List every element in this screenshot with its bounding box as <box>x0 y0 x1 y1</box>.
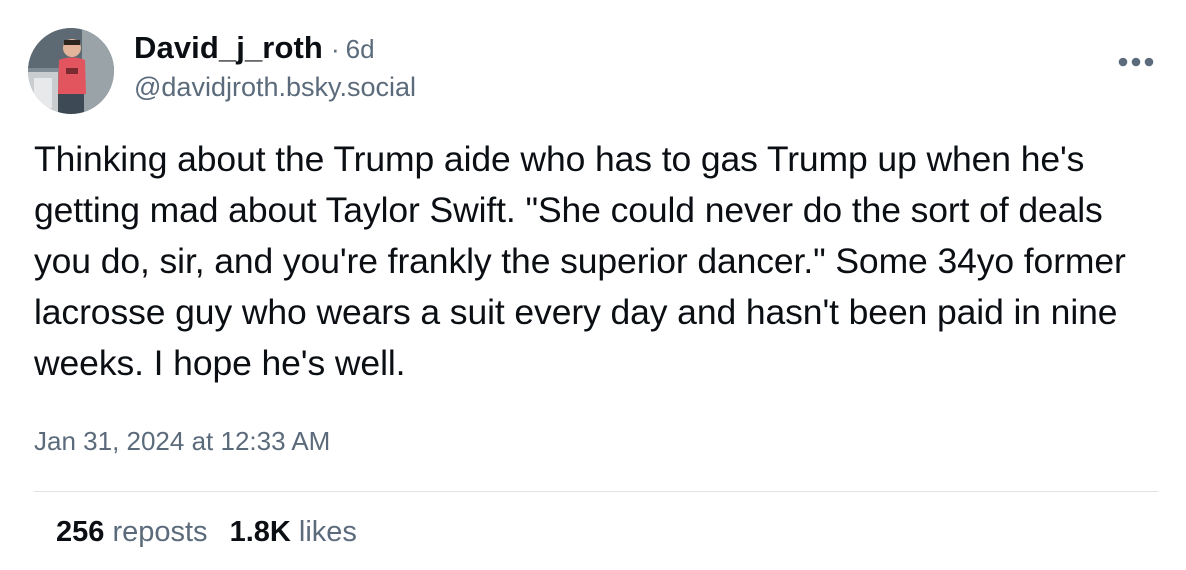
author-row: David_j_roth · 6d <box>134 30 416 66</box>
post-card: David_j_roth · 6d @davidjroth.bsky.socia… <box>0 0 1186 570</box>
post-text: Thinking about the Trump aide who has to… <box>34 139 1126 383</box>
likes-count: 1.8K <box>229 516 291 548</box>
reposts-stat[interactable]: 256 reposts <box>56 516 208 548</box>
likes-stat[interactable]: 1.8K likes <box>230 516 357 548</box>
post-timestamp: Jan 31, 2024 at 12:33 AM <box>34 426 331 456</box>
divider <box>34 491 1158 492</box>
author-display-name[interactable]: David_j_roth <box>134 30 323 66</box>
author-handle[interactable]: @davidjroth.bsky.social <box>134 72 416 103</box>
more-horizontal-icon <box>1118 57 1154 67</box>
separator-dot: · <box>330 34 340 64</box>
avatar[interactable] <box>28 28 114 114</box>
likes-label: likes <box>298 516 357 548</box>
post-header: David_j_roth · 6d @davidjroth.bsky.socia… <box>134 30 416 103</box>
avatar-image <box>28 28 114 114</box>
reposts-label: reposts <box>112 516 208 548</box>
more-options-button[interactable] <box>1112 52 1160 72</box>
post-age[interactable]: 6d <box>346 34 375 65</box>
post-stats: 256 reposts 1.8K likes <box>56 516 357 549</box>
reposts-count: 256 <box>56 516 105 548</box>
